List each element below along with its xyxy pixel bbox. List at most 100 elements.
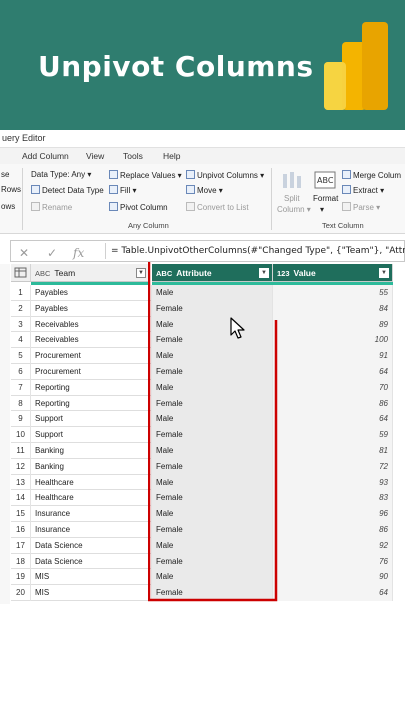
cell-team[interactable]: Banking [31,458,152,475]
cell-team[interactable]: Reporting [31,395,152,412]
cell-value[interactable]: 89 [273,316,393,333]
cell-team[interactable]: Data Science [31,537,152,554]
cell-value[interactable]: 93 [273,474,393,491]
cell-team[interactable]: Insurance [31,506,152,522]
format-button[interactable]: Format [313,194,338,203]
pivot-column-button[interactable]: Pivot Column [109,202,168,212]
row-number: 3 [11,316,31,333]
cell-value[interactable]: 64 [273,364,393,380]
cell-value[interactable]: 55 [273,285,393,301]
formula-box: ✕ ✓ fx = Table.UnpivotOtherColumns(#"Cha… [10,240,405,262]
table-menu-icon[interactable] [11,264,31,282]
column-name-value: Value [293,268,316,278]
fx-icon[interactable]: fx [73,246,84,260]
cell-value[interactable]: 76 [273,553,393,570]
rename-button[interactable]: Rename [31,202,72,212]
text-type-icon[interactable]: ABC [35,269,50,278]
convert-label: Convert to List [197,203,249,212]
cell-value[interactable]: 86 [273,395,393,412]
column-header-team[interactable]: ABC Team ▼ [31,264,150,282]
data-type-label: Data Type: Any [31,170,86,179]
fill-button[interactable]: Fill ▾ [109,185,136,195]
number-type-icon[interactable]: 123 [277,269,290,278]
rename-label: Rename [42,203,73,212]
row-number: 10 [11,427,31,443]
cell-team[interactable]: Insurance [31,522,152,538]
cell-value[interactable]: 81 [273,443,393,459]
cell-team[interactable]: Healthcare [31,490,152,507]
move-button[interactable]: Move ▾ [186,185,223,195]
svg-text:ABC: ABC [317,176,334,185]
fill-label: Fill [120,186,131,195]
cell-team[interactable]: Receivables [31,332,152,349]
window-title-bar: uery Editor [0,130,405,148]
cell-value[interactable]: 59 [273,427,393,443]
cell-value[interactable]: 83 [273,490,393,507]
column-name-team: Team [54,268,76,278]
column-header-value[interactable]: 123 Value ▼ [273,264,393,282]
ribbon-fragment-3[interactable]: ows [1,202,15,211]
power-bi-logo-icon [324,22,388,110]
cell-team[interactable]: Payables [31,300,152,317]
cell-value[interactable]: 86 [273,522,393,538]
cell-value[interactable]: 64 [273,411,393,428]
cell-team[interactable]: Payables [31,285,152,301]
formula-input[interactable]: = Table.UnpivotOtherColumns(#"Changed Ty… [111,246,405,256]
parse-button[interactable]: Parse ▾ [342,202,380,212]
cell-team[interactable]: Support [31,427,152,443]
row-number: 12 [11,458,31,475]
row-number: 19 [11,569,31,586]
cell-value[interactable]: 100 [273,332,393,349]
cell-value[interactable]: 64 [273,585,393,601]
tab-add-column[interactable]: Add Column [22,151,69,161]
cell-team[interactable]: Procurement [31,364,152,380]
formula-bar: ✕ ✓ fx = Table.UnpivotOtherColumns(#"Cha… [0,236,405,264]
tab-help[interactable]: Help [163,151,180,161]
merge-columns-button[interactable]: Merge Colum [342,170,401,180]
cell-team[interactable]: Support [31,411,152,428]
format-icon: ABC [314,171,336,189]
cell-value[interactable]: 72 [273,458,393,475]
cell-value[interactable]: 92 [273,537,393,554]
extract-button[interactable]: Extract ▾ [342,185,384,195]
cell-value[interactable]: 90 [273,569,393,586]
text-column-group-label: Text Column [322,221,364,230]
cell-team[interactable]: Receivables [31,316,152,333]
detect-type-icon [31,185,40,194]
cell-team[interactable]: MIS [31,585,152,601]
cell-team[interactable]: Banking [31,443,152,459]
split-column-button-line2[interactable]: Column ▾ [277,205,311,214]
cell-value[interactable]: 91 [273,348,393,364]
ribbon-fragment-2[interactable]: Rows [1,185,21,194]
detect-data-type-button[interactable]: Detect Data Type [31,185,104,195]
cell-team[interactable]: MIS [31,569,152,586]
cell-value[interactable]: 70 [273,379,393,396]
banner: Unpivot Columns [0,0,405,130]
cell-value[interactable]: 96 [273,506,393,522]
cell-team[interactable]: Reporting [31,379,152,396]
unpivot-columns-button[interactable]: Unpivot Columns ▾ [186,170,264,180]
any-column-group-label: Any Column [128,221,169,230]
cell-team[interactable]: Data Science [31,553,152,570]
extract-label: Extract [353,186,378,195]
cell-team[interactable]: Procurement [31,348,152,364]
window-title: uery Editor [2,133,46,143]
tab-view[interactable]: View [86,151,104,161]
cell-value[interactable]: 84 [273,300,393,317]
ribbon: se Rows ows Data Type: Any ▾ Detect Data… [0,164,405,234]
cell-team[interactable]: Healthcare [31,474,152,491]
row-number: 8 [11,395,31,412]
tab-tools[interactable]: Tools [123,151,143,161]
cancel-formula-icon[interactable]: ✕ [19,246,29,260]
convert-to-list-button[interactable]: Convert to List [186,202,249,212]
split-column-button[interactable]: Split [284,194,300,203]
filter-dropdown-icon[interactable]: ▼ [379,268,389,278]
row-number: 20 [11,585,31,601]
filter-dropdown-icon[interactable]: ▼ [136,268,146,278]
confirm-formula-icon[interactable]: ✓ [47,246,57,260]
row-number: 9 [11,411,31,428]
format-dropdown-arrow[interactable]: ▾ [320,205,324,214]
data-type-dropdown[interactable]: Data Type: Any ▾ [31,170,91,179]
ribbon-fragment-1[interactable]: se [1,170,9,179]
replace-values-button[interactable]: Replace Values ▾ [109,170,182,180]
